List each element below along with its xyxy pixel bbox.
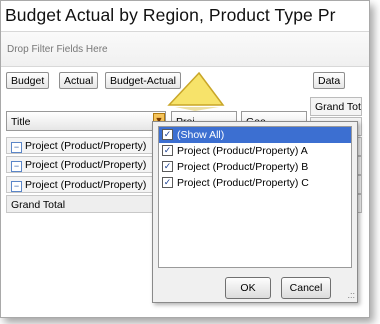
- ok-button[interactable]: OK: [225, 277, 271, 299]
- checkbox-icon[interactable]: ✓: [162, 161, 173, 172]
- minus-box-icon[interactable]: −: [11, 181, 22, 192]
- row-header-title[interactable]: Title: [6, 111, 166, 131]
- grand-total-row: Grand Total: [6, 195, 166, 213]
- report-title: Budget Actual by Region, Product Type Pr: [5, 5, 336, 25]
- list-item-show-all[interactable]: ✓ (Show All): [159, 127, 351, 143]
- list-item[interactable]: ✓ Project (Product/Property) C: [159, 175, 351, 191]
- item-label: Project (Product/Property) C: [177, 177, 309, 189]
- checkbox-icon[interactable]: ✓: [162, 129, 173, 140]
- filter-zone-placeholder: Drop Filter Fields Here: [7, 44, 108, 55]
- row-label: Project (Product/Property): [25, 159, 147, 171]
- item-label: Project (Product/Property) A: [177, 145, 308, 157]
- filter-popup: ✓ (Show All) ✓ Project (Product/Property) …: [152, 121, 358, 303]
- data-header-chip[interactable]: Data: [313, 72, 346, 89]
- resize-grip-icon[interactable]: .::: [347, 290, 355, 300]
- item-label: (Show All): [177, 129, 225, 141]
- filter-item-list[interactable]: ✓ (Show All) ✓ Project (Product/Property) …: [158, 126, 352, 268]
- filter-drop-zone[interactable]: Drop Filter Fields Here: [1, 31, 369, 67]
- row-label: Project (Product/Property): [25, 140, 147, 152]
- table-row[interactable]: − Project (Product/Property): [6, 156, 166, 173]
- data-field-actual[interactable]: Actual: [59, 72, 99, 89]
- list-item[interactable]: ✓ Project (Product/Property) A: [159, 143, 351, 159]
- minus-box-icon[interactable]: −: [11, 161, 22, 172]
- minus-box-icon[interactable]: −: [11, 142, 22, 153]
- cancel-button[interactable]: Cancel: [281, 277, 331, 299]
- callout-arrow-icon: [167, 71, 225, 111]
- item-label: Project (Product/Property) B: [177, 161, 309, 173]
- checkbox-icon[interactable]: ✓: [162, 145, 173, 156]
- list-item[interactable]: ✓ Project (Product/Property) B: [159, 159, 351, 175]
- grand-total-column-header: Grand Tot: [310, 97, 362, 116]
- table-row[interactable]: − Project (Product/Property): [6, 176, 166, 193]
- row-label: Project (Product/Property): [25, 179, 147, 191]
- data-field-budget[interactable]: Budget: [6, 72, 50, 89]
- pivot-table-window: Budget Actual by Region, Product Type Pr…: [0, 0, 370, 318]
- checkbox-icon[interactable]: ✓: [162, 177, 173, 188]
- table-row[interactable]: − Project (Product/Property): [6, 137, 166, 154]
